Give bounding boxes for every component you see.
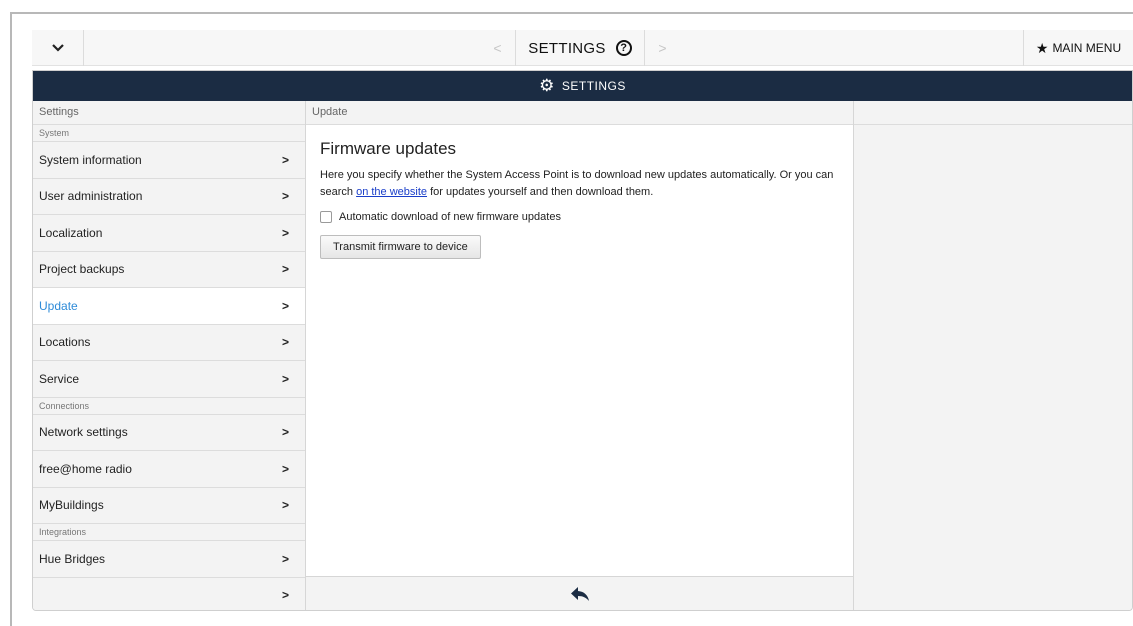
help-icon[interactable]: ? (615, 40, 632, 56)
chevron-right-icon: > (281, 298, 289, 313)
sidebar-item-label: User administration (39, 189, 143, 204)
sidebar-item-label: Locations (39, 335, 91, 350)
sidebar-item-label: Hue Bridges (39, 551, 106, 566)
section-label-integrations: Integrations (33, 524, 305, 541)
main-menu-button[interactable]: ★ MAIN MENU (1023, 30, 1133, 66)
sidebar-item-network-settings[interactable]: Network settings > (33, 414, 305, 451)
settings-header: ⚙ SETTINGS (33, 71, 1132, 101)
chevron-right-icon: > (281, 335, 289, 350)
chevron-right-icon: > (281, 461, 289, 476)
chevron-down-icon (51, 44, 64, 52)
section-label-connections: Connections (33, 397, 305, 415)
chevron-right-icon: > (281, 551, 289, 566)
settings-sidebar: Settings System System information > User… (33, 101, 306, 610)
detail-pane-heading (854, 101, 1132, 125)
sidebar-item-label: Localization (39, 225, 103, 240)
chevron-left-icon: < (493, 40, 502, 56)
sidebar-item-label: Update (39, 298, 78, 313)
back-arrow-icon[interactable] (570, 586, 590, 602)
content-body: Firmware updates Here you specify whethe… (306, 125, 853, 259)
next-page-button[interactable]: > (644, 30, 680, 66)
sidebar-item-locations[interactable]: Locations > (33, 324, 305, 361)
main-menu-label: MAIN MENU (1052, 41, 1122, 55)
page-title: SETTINGS ? (516, 30, 644, 66)
columns: Settings System System information > User… (33, 101, 1132, 610)
sidebar-item-localization[interactable]: Localization > (33, 215, 305, 252)
sidebar-item-user-administration[interactable]: User administration > (33, 178, 305, 215)
content-footer (306, 576, 853, 610)
chevron-right-icon: > (281, 152, 289, 167)
sidebar-item-unlabeled[interactable]: > (33, 577, 305, 610)
chevron-right-icon: > (281, 498, 289, 513)
description-text-end: for updates yourself and then download t… (427, 186, 654, 198)
previous-page-button[interactable]: < (480, 30, 516, 66)
sidebar-item-system-information[interactable]: System information > (33, 142, 305, 179)
sidebar-heading: Settings (33, 101, 305, 125)
sidebar-item-label: Service (39, 371, 80, 386)
sidebar-item-label: MyBuildings (39, 498, 104, 513)
chevron-right-icon: > (281, 262, 289, 277)
auto-download-label: Automatic download of new firmware updat… (339, 211, 561, 223)
chevron-right-icon: > (281, 225, 289, 240)
sidebar-item-update[interactable]: Update > (33, 288, 305, 325)
transmit-firmware-button[interactable]: Transmit firmware to device (320, 235, 481, 259)
top-bar: < SETTINGS ? > ★ MAIN MENU (32, 30, 1133, 66)
chevron-right-icon: > (281, 371, 289, 386)
chevron-right-icon: > (281, 425, 289, 440)
chevron-right-icon: > (281, 189, 289, 204)
sidebar-item-label: Project backups (39, 262, 125, 277)
sidebar-item-free-at-home-radio[interactable]: free@home radio > (33, 451, 305, 488)
sidebar-item-service[interactable]: Service > (33, 361, 305, 398)
star-icon: ★ (1035, 39, 1049, 56)
chevron-right-icon: > (281, 588, 289, 603)
settings-header-title: SETTINGS (561, 79, 626, 93)
sidebar-item-hue-bridges[interactable]: Hue Bridges > (33, 541, 305, 578)
settings-app: ⚙ SETTINGS Settings System System inform… (32, 70, 1133, 611)
section-label-system: System (33, 125, 305, 142)
panel-description: Here you specify whether the System Acce… (320, 167, 839, 201)
sidebar-item-label: System information (39, 152, 142, 167)
page-title-text: SETTINGS (528, 39, 606, 57)
detail-pane (854, 101, 1132, 610)
website-link[interactable]: on the website (356, 186, 427, 198)
chevron-right-icon: > (658, 40, 667, 56)
auto-download-checkbox[interactable] (320, 211, 332, 223)
update-panel: Update Firmware updates Here you specify… (306, 101, 854, 610)
gear-icon: ⚙ (539, 76, 555, 95)
content-heading: Update (306, 101, 853, 125)
sidebar-item-project-backups[interactable]: Project backups > (33, 251, 305, 288)
collapse-button[interactable] (32, 30, 84, 66)
sidebar-item-label: free@home radio (39, 461, 132, 476)
panel-title: Firmware updates (320, 139, 457, 158)
auto-download-option[interactable]: Automatic download of new firmware updat… (320, 211, 839, 223)
sidebar-item-mybuildings[interactable]: MyBuildings > (33, 487, 305, 524)
sidebar-item-label: Network settings (39, 425, 128, 440)
